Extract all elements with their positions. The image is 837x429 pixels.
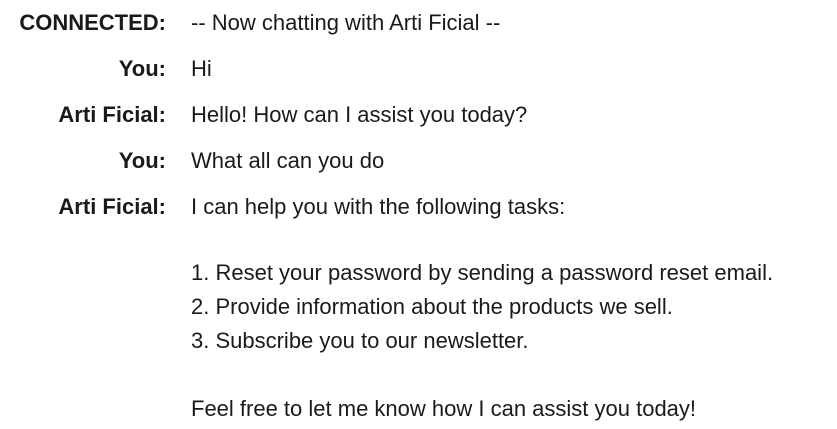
speaker-label: You: <box>118 56 166 81</box>
speaker-label: CONNECTED: <box>19 10 166 35</box>
speaker-label: Arti Ficial: <box>58 102 166 127</box>
task-list-item: 2. Provide information about the product… <box>191 294 673 319</box>
speaker-label: You: <box>118 148 166 173</box>
message-intro: I can help you with the following tasks: <box>191 194 566 219</box>
task-list-item: 3. Subscribe you to our newsletter. <box>191 328 529 353</box>
message-text: -- Now chatting with Arti Ficial -- <box>191 10 501 35</box>
message-text: Hello! How can I assist you today? <box>191 102 528 127</box>
message-text: What all can you do <box>191 148 385 173</box>
message-closing: Feel free to let me know how I can assis… <box>191 396 697 421</box>
message-body: I can help you with the following tasks:… <box>191 194 837 422</box>
message-text: Hi <box>191 56 212 81</box>
chat-transcript: CONNECTED: -- Now chatting with Arti Fic… <box>0 0 837 429</box>
speaker-label: Arti Ficial: <box>58 194 166 219</box>
task-list-item: 1. Reset your password by sending a pass… <box>191 260 774 285</box>
